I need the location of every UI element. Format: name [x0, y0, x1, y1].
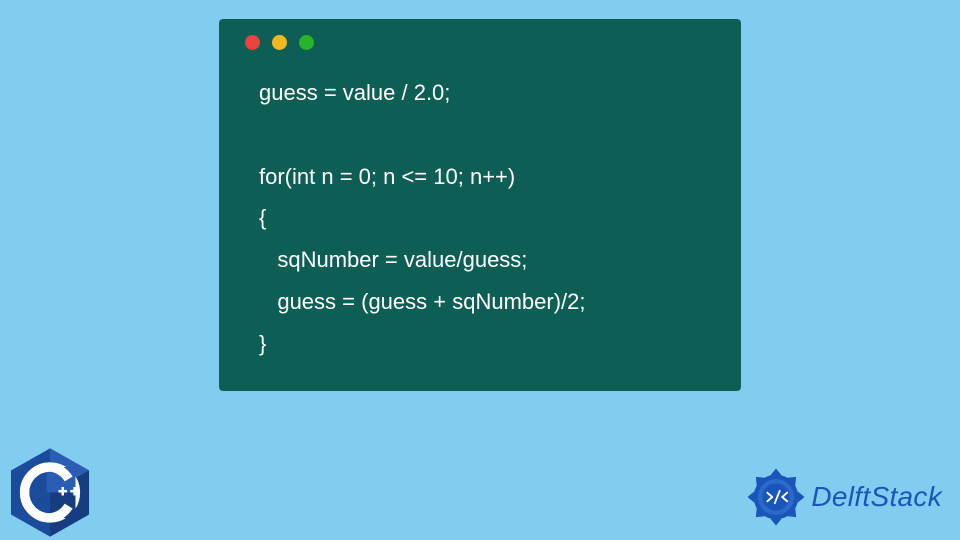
brand-name: DelftStack [811, 481, 942, 513]
delftstack-logo-icon [745, 466, 807, 528]
code-window: guess = value / 2.0; for(int n = 0; n <=… [219, 19, 741, 391]
minimize-icon [272, 35, 287, 50]
maximize-icon [299, 35, 314, 50]
close-icon [245, 35, 260, 50]
cpp-logo-icon [5, 445, 95, 540]
code-line: for(int n = 0; n <= 10; n++) [259, 164, 515, 189]
code-line: } [259, 331, 266, 356]
code-line: guess = value / 2.0; [259, 80, 450, 105]
code-block: guess = value / 2.0; for(int n = 0; n <=… [241, 72, 719, 365]
code-line: guess = (guess + sqNumber)/2; [259, 289, 586, 314]
code-line: { [259, 205, 266, 230]
window-traffic-lights [245, 35, 719, 50]
delftstack-brand: DelftStack [745, 466, 942, 528]
code-line: sqNumber = value/guess; [259, 247, 527, 272]
